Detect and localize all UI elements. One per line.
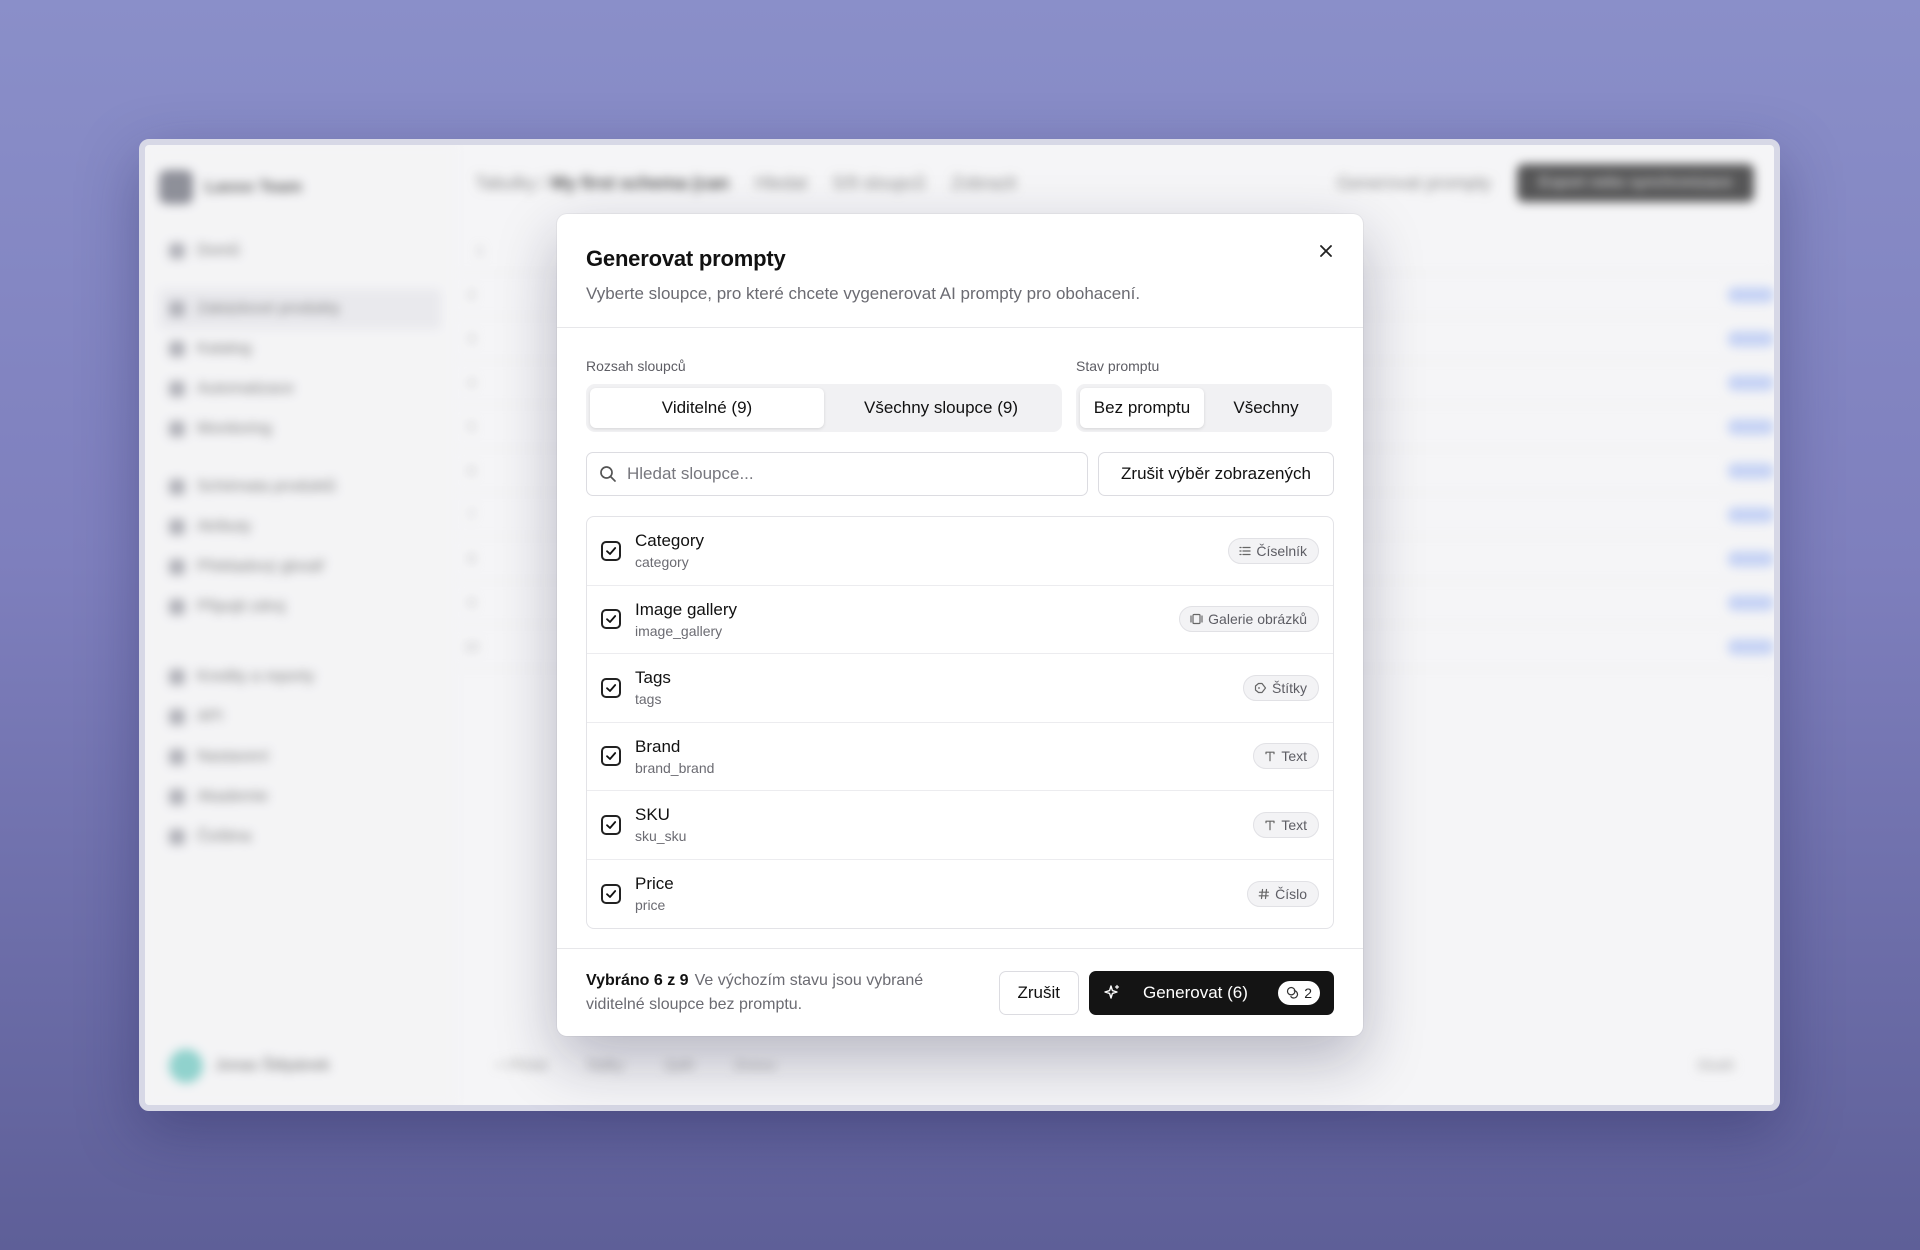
cancel-button[interactable]: Zrušit [998,970,1079,1015]
tag-icon [1254,682,1267,693]
type-badge: Číselník [1228,537,1319,564]
search-row: Zrušit výběr zobrazených [586,452,1334,496]
column-list: Category category Číselník Image gallery… [586,516,1334,929]
dialog-header: Generovat prompty Vyberte sloupce, pro k… [557,214,1363,328]
check-icon [606,820,617,829]
generate-button[interactable]: Generovat (6) 2 [1089,970,1334,1015]
generate-prompts-dialog: Generovat prompty Vyberte sloupce, pro k… [557,214,1363,1036]
selection-summary: Vybráno 6 z 9 Ve výchozím stavu jsou vybr… [586,969,986,1017]
filter-row: Rozsah sloupců Viditelné (9) Všechny slo… [586,358,1334,432]
column-text: SKU sku_sku [635,805,1253,844]
column-name: Tags [635,668,671,688]
check-icon [606,752,617,761]
column-name: Price [635,874,674,894]
type-badge: Číslo [1247,880,1319,907]
credit-cost-badge: 2 [1278,980,1320,1005]
column-text: Image gallery image_gallery [635,600,1179,639]
search-field [586,452,1088,496]
column-checkbox[interactable] [601,540,621,561]
check-icon [606,615,617,624]
column-checkbox[interactable] [601,677,621,698]
check-icon [606,889,617,898]
column-key: image_gallery [635,622,723,639]
list-item[interactable]: Category category Číselník [587,517,1333,586]
list-item[interactable]: Image gallery image_gallery Galerie obrá… [587,586,1333,654]
column-checkbox[interactable] [601,814,621,835]
check-icon [606,683,617,692]
type-badge: Galerie obrázků [1179,606,1319,633]
column-text: Brand brand_brand [635,737,1253,776]
close-icon [1320,245,1332,257]
column-name: Category [635,531,704,551]
coins-icon [1287,986,1299,999]
column-checkbox[interactable] [601,609,621,630]
footer-actions: Zrušit Generovat (6) 2 [998,970,1334,1015]
type-label: Číslo [1275,885,1307,902]
prompt-status-group: Stav promptu Bez promptu Všechny [1076,358,1332,432]
scope-all-option[interactable]: Všechny sloupce (9) [824,388,1058,428]
dialog-title: Generovat prompty [586,246,786,271]
column-checkbox[interactable] [601,883,621,904]
type-label: Štítky [1271,679,1307,696]
hash-icon [1258,888,1270,899]
list-item[interactable]: Tags tags Štítky [587,654,1333,723]
list-item[interactable]: Brand brand_brand Text [587,723,1333,791]
column-text: Tags tags [635,668,1243,707]
dialog-body: Rozsah sloupců Viditelné (9) Všechny slo… [557,328,1363,929]
generate-label: Generovat (6) [1143,982,1248,1002]
column-key: tags [635,691,662,708]
prompt-status-label: Stav promptu [1076,358,1160,374]
column-name: Image gallery [635,599,738,619]
dialog-footer: Vybráno 6 z 9 Ve výchozím stavu jsou vybr… [557,948,1363,1036]
close-button[interactable] [1311,236,1341,266]
column-text: Price price [635,874,1247,913]
column-scope-label: Rozsah sloupců [586,358,686,374]
status-no-prompt-option[interactable]: Bez promptu [1080,388,1204,428]
type-label: Text [1281,748,1307,765]
credit-cost: 2 [1304,984,1312,1001]
list-icon [1239,546,1252,555]
status-all-option[interactable]: Všechny [1204,388,1328,428]
type-badge: Text [1253,743,1319,770]
list-item[interactable]: SKU sku_sku Text [587,791,1333,860]
column-key: category [635,554,689,571]
type-badge: Štítky [1242,674,1319,701]
column-name: Brand [635,736,681,756]
column-key: brand_brand [635,759,715,776]
prompt-status-toggle: Bez promptu Všechny [1076,384,1332,432]
list-item[interactable]: Price price Číslo [587,860,1333,929]
check-icon [606,546,617,555]
column-name: SKU [635,805,670,825]
type-badge: Text [1253,811,1319,838]
selected-count: Vybráno 6 z 9 [586,971,689,989]
text-icon [1265,820,1275,831]
column-text: Category category [635,531,1228,570]
clear-visible-selection-button[interactable]: Zrušit výběr zobrazených [1098,452,1334,496]
column-scope-group: Rozsah sloupců Viditelné (9) Všechny slo… [586,358,1062,432]
gallery-icon [1190,614,1203,625]
text-icon [1265,751,1275,762]
scope-visible-option[interactable]: Viditelné (9) [590,388,824,428]
type-label: Číselník [1256,542,1307,559]
type-label: Galerie obrázků [1208,611,1307,628]
sparkle-icon [1104,984,1120,999]
type-label: Text [1281,816,1307,833]
dialog-description: Vyberte sloupce, pro které chcete vygene… [586,284,1141,303]
column-scope-toggle: Viditelné (9) Všechny sloupce (9) [586,384,1062,432]
search-icon [600,466,616,482]
search-input[interactable] [627,464,1075,484]
column-checkbox[interactable] [601,746,621,767]
column-key: price [635,897,666,914]
column-key: sku_sku [635,828,687,845]
